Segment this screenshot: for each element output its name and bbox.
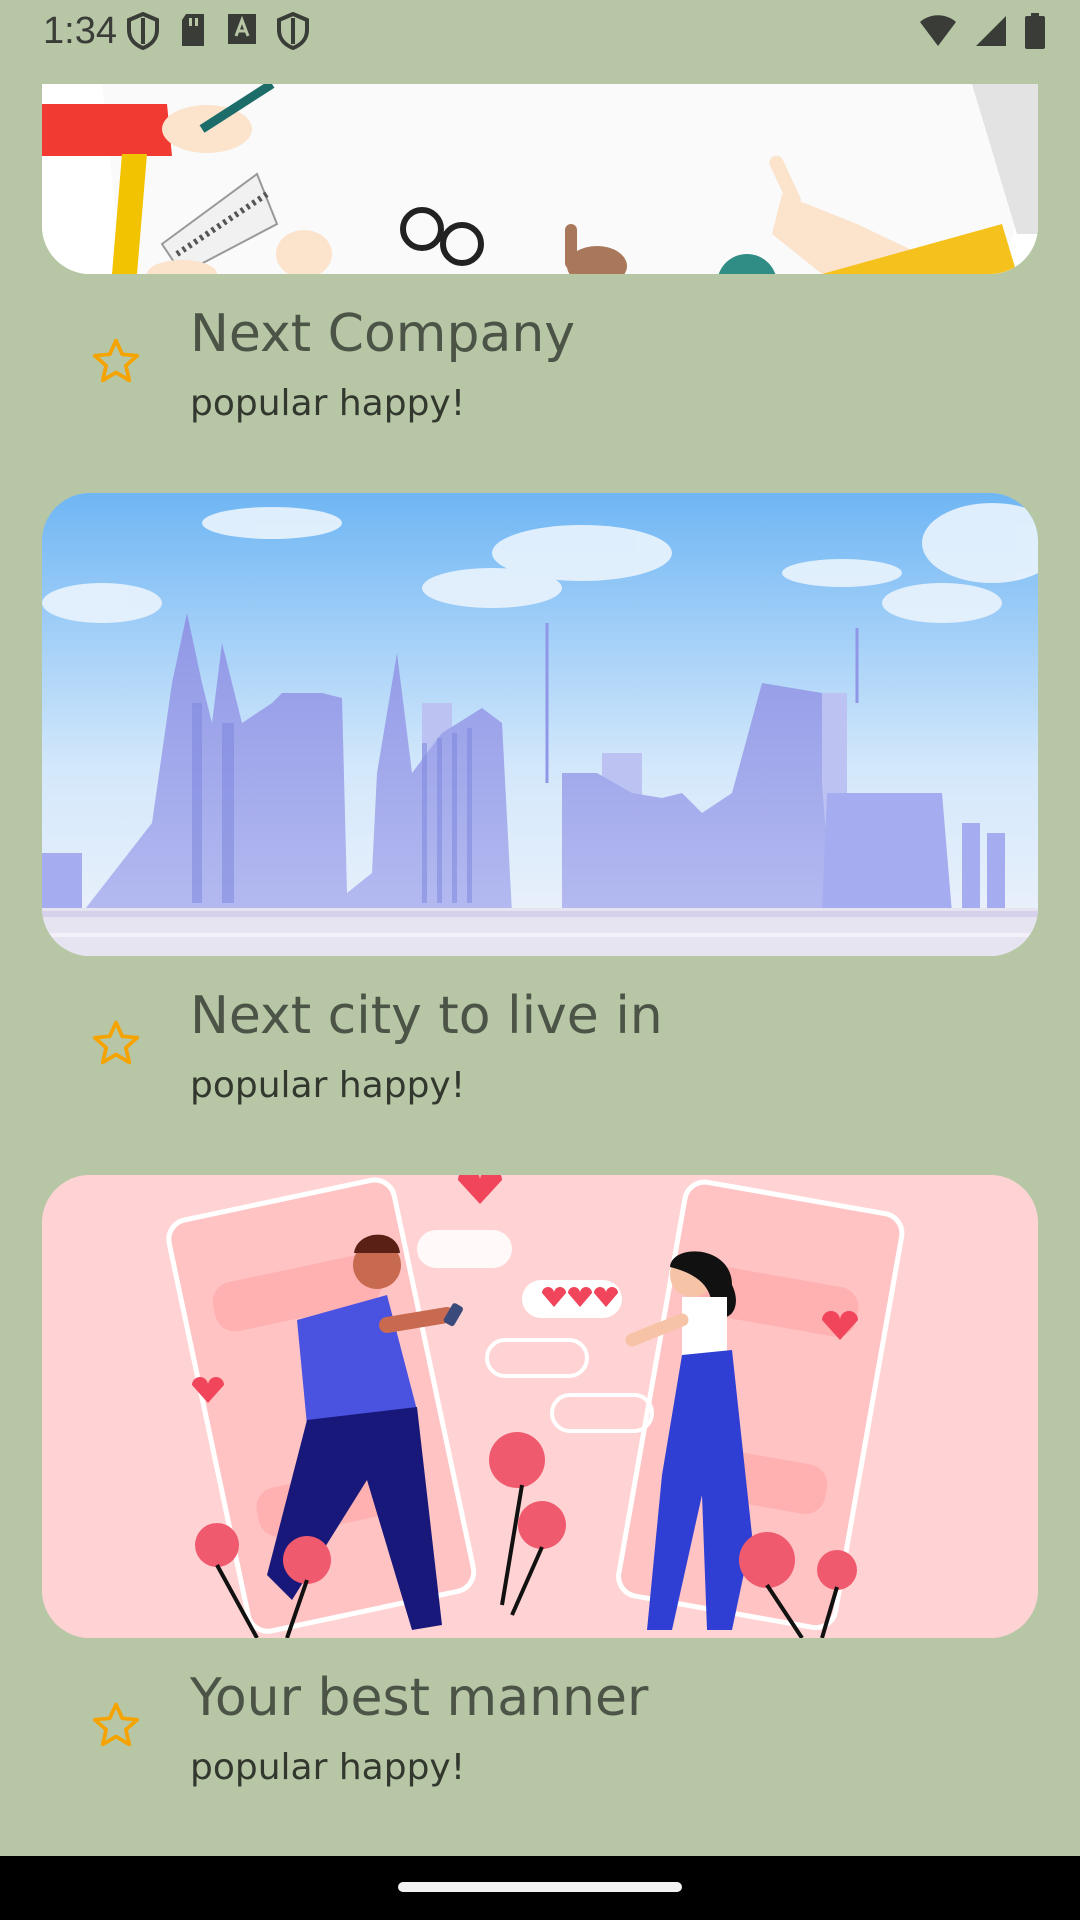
item-title: Your best manner	[190, 1668, 649, 1728]
status-time: 1:34	[43, 10, 117, 52]
item-title: Next city to live in	[190, 986, 663, 1046]
city-skyline-illustration[interactable]	[42, 493, 1038, 956]
star-outline-icon[interactable]	[88, 1016, 144, 1072]
item-subtitle: popular happy!	[190, 1065, 466, 1106]
list-item[interactable]: Next city to live in popular happy!	[0, 980, 1080, 1120]
item-subtitle: popular happy!	[190, 383, 466, 424]
list-item[interactable]: Next Company popular happy!	[0, 298, 1080, 438]
cell-signal-icon	[976, 16, 1006, 46]
list-item[interactable]: Your best manner popular happy!	[0, 1662, 1080, 1802]
star-outline-icon[interactable]	[88, 1698, 144, 1754]
battery-icon	[1025, 13, 1045, 49]
item-subtitle: popular happy!	[190, 1747, 466, 1788]
shield-icon	[127, 12, 159, 50]
status-icons-left	[126, 12, 310, 50]
wifi-icon	[920, 15, 956, 46]
home-gesture-handle[interactable]	[398, 1882, 682, 1892]
font-a-icon	[228, 14, 256, 44]
status-icons-right	[918, 12, 1046, 50]
dating-couple-illustration[interactable]	[42, 1175, 1038, 1638]
shield-icon	[277, 12, 309, 50]
item-title: Next Company	[190, 304, 576, 364]
status-bar: 1:34	[0, 0, 1080, 62]
sd-card-icon	[182, 14, 204, 46]
star-outline-icon[interactable]	[88, 334, 144, 390]
office-desk-illustration[interactable]	[42, 84, 1038, 274]
